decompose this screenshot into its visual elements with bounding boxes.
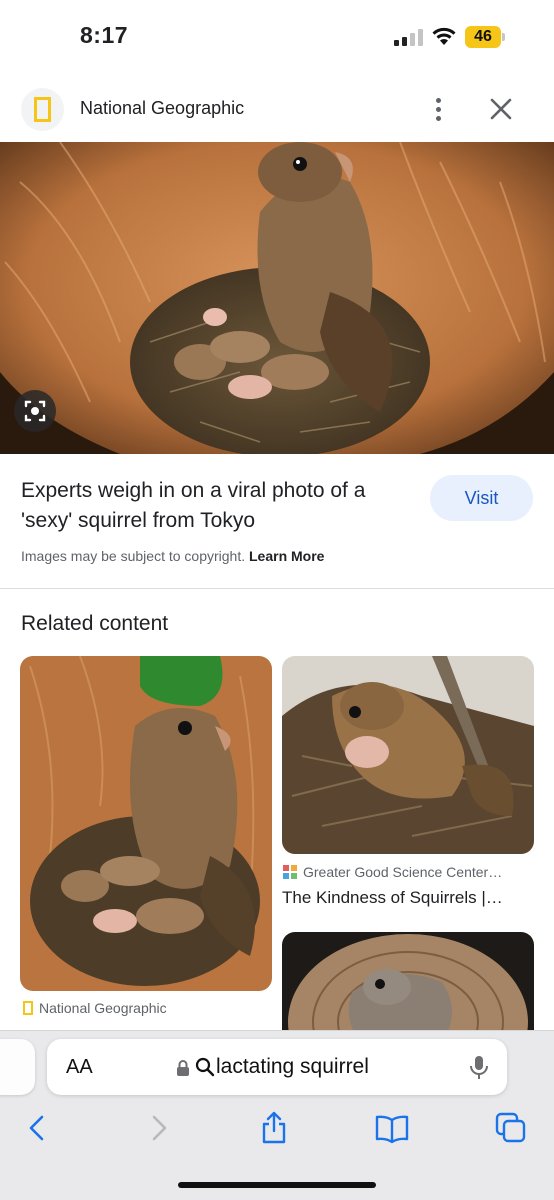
forward-icon[interactable] [140, 1110, 176, 1146]
wifi-icon [432, 27, 456, 45]
related-source-1: National Geographic [23, 1000, 167, 1016]
visit-button[interactable]: Visit [430, 475, 533, 521]
lock-icon [177, 1060, 189, 1076]
copyright-text: Images may be subject to copyright. [21, 548, 246, 564]
more-options-icon[interactable] [428, 96, 450, 124]
related-image-1[interactable] [20, 656, 272, 991]
related-source-2-label: Greater Good Science Center… [303, 864, 503, 880]
squirrel-nest-thumbnail [20, 656, 272, 991]
squirrel-nest-photo [0, 142, 554, 454]
greater-good-logo-icon [283, 865, 297, 879]
status-bar: 8:17 46 [0, 0, 554, 76]
related-image-3[interactable] [282, 932, 534, 1042]
search-icon [195, 1057, 215, 1077]
home-indicator [178, 1182, 376, 1188]
address-bar-query[interactable]: lactating squirrel [216, 1055, 369, 1079]
national-geographic-logo-icon [21, 88, 64, 131]
share-icon[interactable] [256, 1110, 292, 1146]
related-image-2[interactable] [282, 656, 534, 854]
related-source-2: Greater Good Science Center… [283, 864, 533, 880]
text-size-button[interactable]: AA [66, 1056, 93, 1079]
battery-icon: 46 [465, 26, 505, 48]
related-title-2[interactable]: The Kindness of Squirrels |… [282, 888, 534, 908]
bookmarks-icon[interactable] [374, 1110, 410, 1146]
related-content-heading: Related content [21, 612, 169, 635]
cellular-signal-icon [394, 29, 424, 46]
status-time: 8:17 [80, 22, 129, 48]
tabs-icon[interactable] [493, 1110, 529, 1146]
national-geographic-logo-icon [23, 1001, 33, 1015]
related-source-1-label: National Geographic [39, 1000, 167, 1016]
back-icon[interactable] [20, 1110, 56, 1146]
main-image[interactable] [0, 142, 554, 454]
source-name: National Geographic [80, 98, 245, 118]
battery-level: 46 [465, 26, 501, 48]
close-icon[interactable] [488, 96, 514, 122]
copyright-notice: Images may be subject to copyright. Lear… [21, 548, 324, 564]
result-title: Experts weigh in on a viral photo of a '… [21, 479, 366, 532]
learn-more-link[interactable]: Learn More [249, 548, 324, 564]
previous-tab-address-bar[interactable] [0, 1039, 35, 1095]
microphone-icon[interactable] [469, 1055, 489, 1081]
squirrel-with-baby-thumbnail [282, 656, 534, 854]
source-header: National Geographic [0, 76, 554, 142]
divider [0, 588, 554, 589]
squirrel-on-stump-thumbnail [282, 932, 534, 1042]
lens-search-icon[interactable] [14, 390, 56, 432]
text-size-label: AA [66, 1056, 93, 1078]
